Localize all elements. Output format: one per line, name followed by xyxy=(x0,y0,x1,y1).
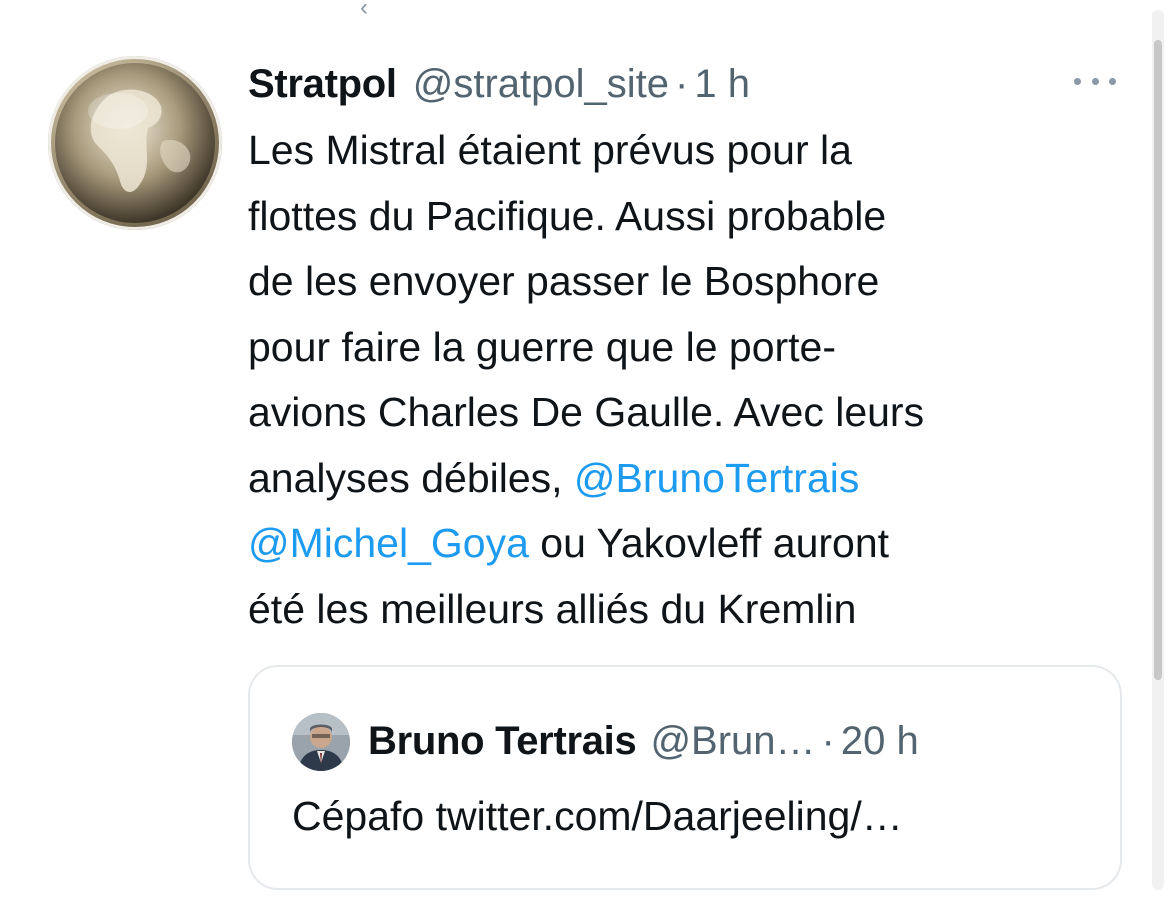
tweet-line: flottes du Pacifique. Aussi probable xyxy=(248,184,1108,250)
text: pour faire la guerre que le porte- xyxy=(248,323,837,370)
avatar[interactable] xyxy=(48,56,222,230)
tweet-line: de les envoyer passer le Bosphore xyxy=(248,249,1108,315)
quoted-text: Cépafo twitter.com/Daarjeeling/… xyxy=(292,793,903,839)
quoted-tweet[interactable]: Bruno Tertrais @Brun… · 20 h Cépafo twit… xyxy=(248,665,1122,890)
text: de les envoyer passer le Bosphore xyxy=(248,258,880,304)
tweet-header: Stratpol @stratpol_site · 1 h xyxy=(248,56,750,112)
scroll-thumb[interactable] xyxy=(1154,40,1162,680)
quoted-author-name[interactable]: Bruno Tertrais xyxy=(368,719,637,764)
quoted-author-handle[interactable]: @Brun… xyxy=(650,719,815,764)
tweet-text: Les Mistral étaient prévus pour la flott… xyxy=(248,118,1108,642)
text: flottes du Pacifique. Aussi probable xyxy=(248,192,887,239)
tweet-screen: ‹ Stratpol @stratpol_site · 1 h Les Mist… xyxy=(0,0,1170,910)
tweet-line: @Michel_Goya ou Yakovleff auront xyxy=(248,511,1108,577)
text: avions Charles De Gaulle. Avec leurs xyxy=(248,389,925,435)
timestamp[interactable]: 1 h xyxy=(694,62,750,107)
tweet-line: été les meilleurs alliés du Kremlin xyxy=(248,577,1108,643)
quoted-avatar[interactable] xyxy=(292,713,350,771)
text: Les Mistral étaient prévus pour la xyxy=(248,127,852,173)
more-horizontal-icon[interactable] xyxy=(1070,66,1120,96)
scrollbar[interactable] xyxy=(1152,10,1164,890)
text: été les meilleurs alliés du Kremlin xyxy=(248,585,857,632)
tweet[interactable]: Stratpol @stratpol_site · 1 h Les Mistra… xyxy=(0,0,1150,910)
tweet-line: avions Charles De Gaulle. Avec leurs xyxy=(248,380,1108,446)
text: ou Yakovleff auront xyxy=(528,520,890,566)
separator: · xyxy=(675,61,689,106)
person-photo-icon xyxy=(292,713,350,771)
text: analyses débiles, xyxy=(248,454,574,501)
tweet-line: analyses débiles, @BrunoTertrais xyxy=(248,446,1108,512)
separator: · xyxy=(821,718,835,763)
author-handle[interactable]: @stratpol_site xyxy=(413,62,669,107)
tweet-line: pour faire la guerre que le porte- xyxy=(248,315,1108,381)
quoted-timestamp[interactable]: 20 h xyxy=(841,719,919,764)
mention-link[interactable]: @BrunoTertrais xyxy=(574,455,859,501)
mention-link[interactable]: @Michel_Goya xyxy=(248,520,529,566)
tweet-line: Les Mistral étaient prévus pour la xyxy=(248,118,1108,184)
author-name[interactable]: Stratpol xyxy=(248,62,397,107)
quoted-header: Bruno Tertrais @Brun… · 20 h xyxy=(368,711,919,771)
globe-icon xyxy=(55,63,215,223)
